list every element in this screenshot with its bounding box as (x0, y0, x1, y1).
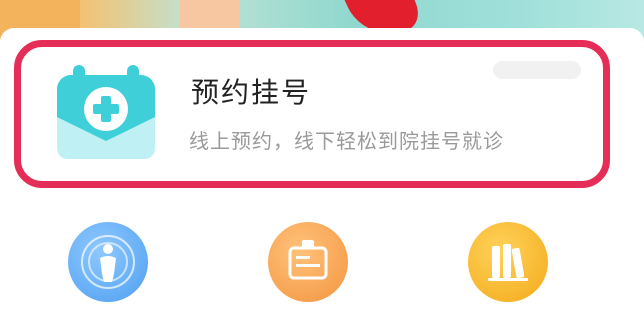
calendar-plus-icon (57, 65, 155, 159)
books-icon (468, 222, 548, 302)
appointment-title: 预约挂号 (191, 76, 312, 109)
body-scan-icon (68, 222, 148, 302)
grid-item-id-card[interactable] (268, 222, 358, 329)
appointment-card[interactable]: 预约挂号 线上预约，线下轻松到院挂号就诊 (14, 40, 610, 188)
grid-item-body-scan[interactable] (68, 222, 158, 329)
id-card-icon (268, 222, 348, 302)
appointment-subtitle: 线上预约，线下轻松到院挂号就诊 (189, 129, 504, 153)
decorative-pill (493, 61, 581, 79)
grid-item-books[interactable] (468, 222, 558, 329)
